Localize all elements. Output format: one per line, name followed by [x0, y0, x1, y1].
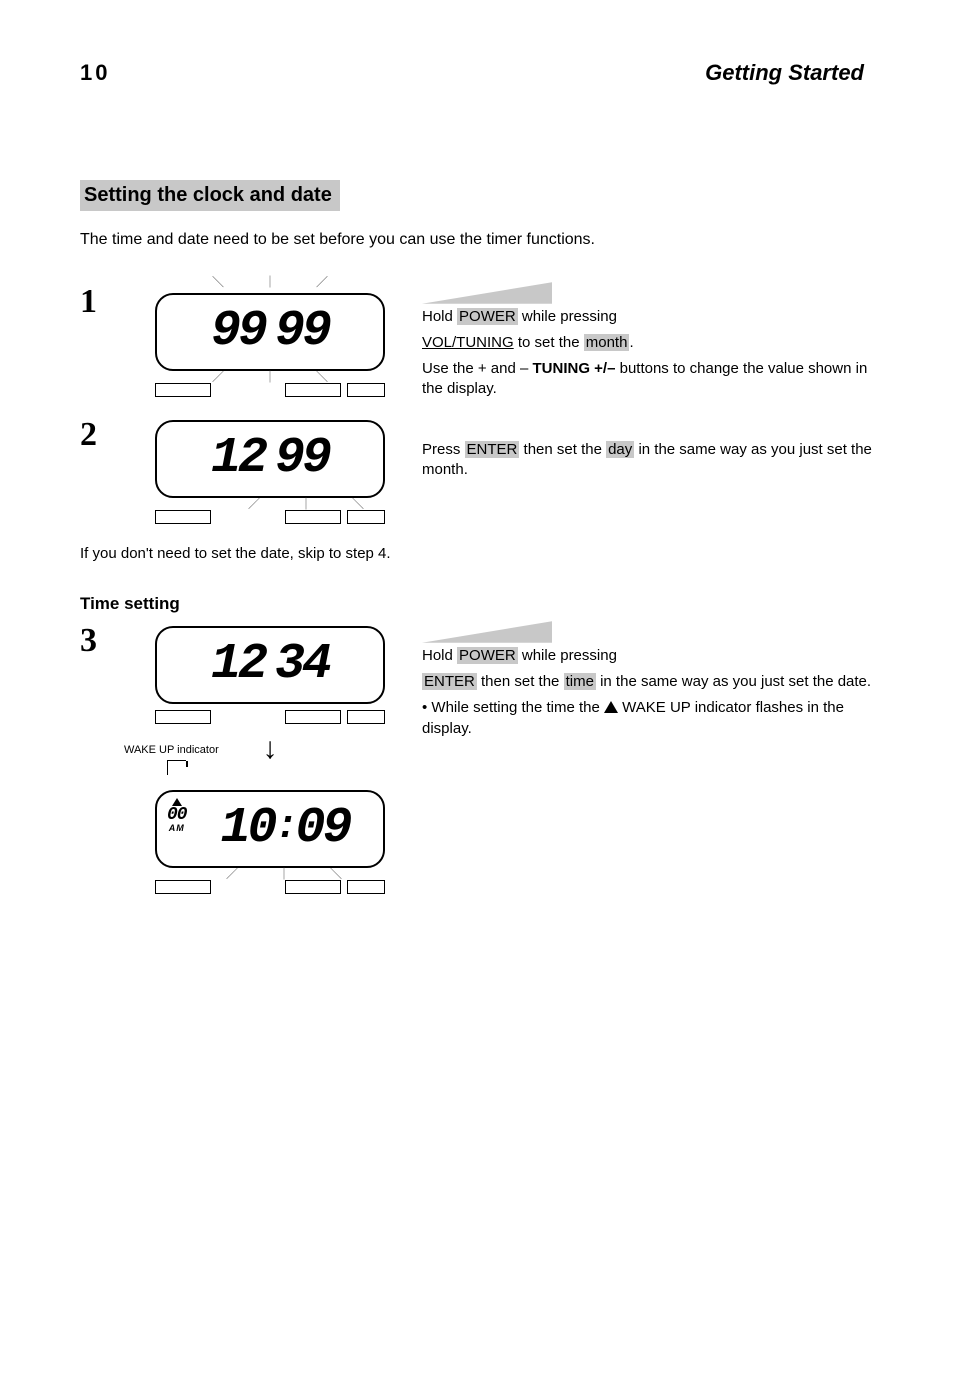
enter-label: ENTER — [465, 441, 520, 458]
flash-marks: ＼｜／ — [212, 279, 328, 285]
wakeup-pointer — [167, 760, 186, 775]
time-setting-heading: Time setting — [80, 594, 874, 614]
page-title: Getting Started — [705, 60, 864, 86]
button-row — [155, 710, 385, 724]
lcd-digits: 10:09 — [220, 804, 349, 854]
triangle-up-icon — [604, 701, 618, 713]
tuning-button-box — [285, 510, 341, 524]
month-label: month — [584, 334, 630, 351]
power-label: POWER — [457, 308, 518, 325]
enter-button-box — [347, 510, 385, 524]
page-number: 10 — [80, 60, 110, 86]
vol-tuning-label: VOL/TUNING — [422, 334, 514, 351]
day-label: day — [606, 441, 634, 458]
volume-wedge-icon — [422, 282, 552, 304]
step-3-number: 3 — [80, 620, 130, 658]
lcd-display: 00 AM 10:09 — [155, 790, 385, 868]
lcd-display: 1299 — [155, 420, 385, 498]
lcd-wakeup-wrapper: 00 AM 10:09 — [155, 774, 385, 868]
button-row — [155, 880, 385, 894]
lcd-display: 9999 — [155, 293, 385, 371]
flash-marks: ＼｜／ — [212, 373, 328, 379]
enter-button-box — [347, 880, 385, 894]
lcd-small-block: 00 AM — [167, 798, 187, 833]
step-3-bullet: While setting the time the WAKE UP indic… — [422, 698, 874, 739]
power-button-box — [155, 710, 211, 724]
tuning-button-box — [285, 383, 341, 397]
step-1-text: Hold POWER while pressing VOL/TUNING to … — [410, 281, 874, 406]
power-label: POWER — [457, 647, 518, 664]
flash-marks: ＼｜／ — [226, 870, 342, 876]
lcd-seconds: 00 — [167, 807, 187, 823]
tuning-plus-minus-label: TUNING +/– — [533, 360, 616, 377]
tuning-button-box — [285, 880, 341, 894]
step-2-text: Press ENTER then set the day in the same… — [410, 414, 874, 487]
power-button-box — [155, 383, 211, 397]
arrow-down-icon: ↓ — [263, 732, 278, 766]
enter-button-box — [347, 710, 385, 724]
lcd-display: 1234 — [155, 626, 385, 704]
lcd-am-indicator: AM — [167, 823, 187, 833]
power-button-box — [155, 510, 211, 524]
step-2-figure: 1299 ＼｜／ — [130, 414, 410, 524]
wakeup-indicator-label: WAKE UP indicator — [124, 744, 219, 756]
step-1-figure: ＼｜／ 9999 ＼｜／ — [130, 281, 410, 397]
step-1-row: 1 ＼｜／ 9999 ＼｜／ Hold P — [80, 281, 874, 406]
page-content: Setting the clock and date The time and … — [80, 180, 874, 774]
manual-page: 10 Getting Started Setting the clock and… — [0, 0, 954, 1374]
step-1-number: 1 — [80, 281, 130, 319]
enter-button-box — [347, 383, 385, 397]
tuning-button-box — [285, 710, 341, 724]
button-row — [155, 383, 385, 397]
step-3-text: Hold POWER while pressing ENTER then set… — [410, 620, 874, 745]
power-button-box — [155, 880, 211, 894]
flash-marks: ＼｜／ — [248, 500, 364, 506]
lcd-digits: 1234 — [211, 640, 329, 690]
enter-label: ENTER — [422, 673, 477, 690]
step-3-row: 3 1234 ↓ — [80, 620, 874, 774]
volume-wedge-icon — [422, 621, 552, 643]
step-3-figure: 1234 ↓ 00 AM — [130, 620, 410, 774]
lcd-digits: 1299 — [211, 434, 329, 484]
lcd-digits: 9999 — [211, 307, 329, 357]
section-heading: Setting the clock and date — [80, 180, 340, 211]
time-label: time — [564, 673, 596, 690]
step-2-number: 2 — [80, 414, 130, 452]
intro-text: The time and date need to be set before … — [80, 229, 874, 251]
skip-note: If you don't need to set the date, skip … — [80, 544, 874, 564]
step-2-row: 2 1299 ＼｜／ Press ENTER then set the da — [80, 414, 874, 524]
button-row — [155, 510, 385, 524]
